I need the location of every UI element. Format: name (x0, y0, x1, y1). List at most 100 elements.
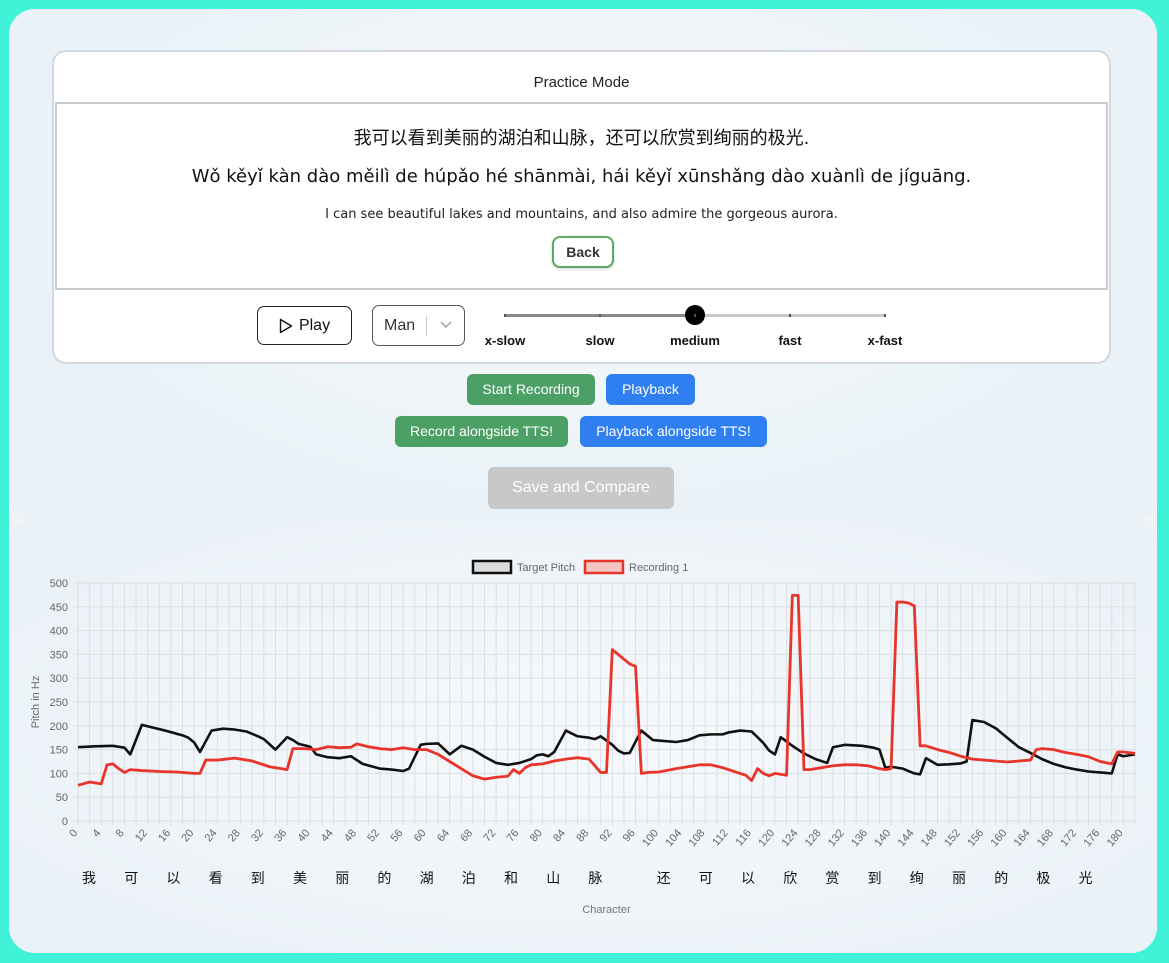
slider-tick (694, 314, 696, 317)
play-icon (279, 318, 293, 333)
y-tick-label: 100 (50, 768, 68, 780)
x-tick-label: 40 (296, 827, 313, 844)
speed-label-x-slow[interactable]: x-slow (485, 333, 525, 348)
x-tick-label: 148 (919, 827, 940, 849)
legend-swatch (583, 559, 625, 575)
x-tick-label: 120 (756, 827, 777, 849)
y-tick-label: 200 (50, 721, 68, 733)
speed-label-slow[interactable]: slow (586, 333, 615, 348)
english-translation: I can see beautiful lakes and mountains,… (325, 207, 838, 222)
hanzi-sentence: 我可以看到美丽的湖泊和山脉，还可以欣赏到绚丽的极光. (353, 128, 810, 149)
x-tick-label: 152 (942, 827, 963, 849)
x-tick-label: 16 (156, 827, 173, 844)
playback-alongside-tts-button[interactable]: Playback alongside TTS! (580, 416, 767, 447)
x-tick-label: 84 (551, 827, 568, 844)
x-tick-label: 28 (226, 827, 243, 844)
y-tick-label: 250 (50, 697, 68, 709)
character-label: 以 (741, 871, 755, 887)
character-label: 美 (293, 871, 307, 887)
x-tick-label: 12 (133, 827, 150, 844)
voice-select[interactable]: Man (372, 305, 465, 346)
save-and-compare-button[interactable]: Save and Compare (488, 467, 674, 509)
x-tick-label: 88 (574, 827, 591, 844)
character-label: 丽 (335, 871, 349, 887)
x-tick-label: 8 (114, 827, 127, 839)
practice-card: Practice Mode 我可以看到美丽的湖泊和山脉，还可以欣赏到绚丽的极光.… (52, 50, 1111, 364)
pinyin-sentence: Wǒ kěyǐ kàn dào měilì de húpǎo hé shānmà… (191, 166, 972, 187)
character-label: 丽 (952, 871, 966, 887)
legend-label: Target Pitch (517, 562, 575, 574)
y-tick-label: 500 (50, 578, 68, 590)
character-label: 的 (377, 871, 391, 887)
character-label: 我 (82, 871, 96, 887)
legend-swatch (471, 559, 513, 575)
slider-tick (789, 314, 791, 317)
speed-label-medium[interactable]: medium (670, 333, 720, 348)
x-tick-label: 108 (687, 827, 708, 849)
y-tick-label: 50 (56, 792, 68, 804)
x-tick-label: 52 (365, 827, 382, 844)
x-tick-label: 156 (965, 827, 986, 849)
x-tick-label: 180 (1105, 827, 1126, 849)
character-label: 可 (124, 871, 138, 887)
character-label: 极 (1036, 871, 1050, 887)
character-label: 到 (251, 871, 265, 887)
x-tick-label: 164 (1012, 827, 1033, 849)
character-label: 光 (1079, 871, 1093, 887)
x-tick-label: 36 (272, 827, 289, 844)
speed-label-x-fast[interactable]: x-fast (868, 333, 903, 348)
y-tick-label: 0 (62, 816, 68, 828)
back-button[interactable]: Back (552, 236, 614, 268)
legend-label: Recording 1 (629, 562, 688, 574)
x-tick-label: 72 (481, 827, 498, 844)
x-tick-label: 48 (342, 827, 359, 844)
x-tick-label: 76 (505, 827, 522, 844)
y-axis-label: Pitch in Hz (30, 676, 42, 729)
character-label: 看 (209, 871, 223, 887)
x-axis-label: Character (582, 904, 631, 916)
character-label: 欣 (783, 871, 797, 887)
x-tick-label: 100 (640, 827, 661, 849)
x-tick-label: 104 (663, 827, 684, 849)
x-tick-label: 112 (710, 827, 730, 848)
page-title: Practice Mode (533, 74, 630, 91)
character-label: 和 (504, 871, 518, 887)
x-tick-label: 24 (203, 827, 220, 844)
top-panel: Practice Mode 我可以看到美丽的湖泊和山脉，还可以欣赏到绚丽的极光.… (9, 9, 1157, 521)
character-label: 的 (994, 871, 1008, 887)
x-tick-label: 116 (734, 827, 754, 848)
character-label: 湖 (420, 871, 434, 887)
character-label: 到 (868, 871, 882, 887)
voice-value: Man (384, 316, 416, 334)
play-button[interactable]: Play (257, 306, 352, 345)
y-tick-label: 150 (50, 745, 68, 757)
speed-label-fast[interactable]: fast (778, 333, 801, 348)
app-frame: Practice Mode 我可以看到美丽的湖泊和山脉，还可以欣赏到绚丽的极光.… (9, 9, 1157, 953)
x-tick-label: 140 (872, 827, 893, 849)
character-label: 赏 (825, 871, 839, 887)
character-label: 可 (699, 871, 713, 887)
x-tick-label: 68 (458, 827, 475, 844)
character-label: 脉 (588, 871, 602, 887)
play-label: Play (298, 316, 331, 334)
pitch-chart: 0501001502002503003504004505000 4 8 12 16 20 2… (30, 559, 1136, 916)
y-tick-label: 350 (50, 649, 68, 661)
slider-tick (504, 314, 506, 317)
x-tick-label: 136 (849, 827, 870, 849)
slider-tick (599, 314, 601, 317)
character-label: 还 (657, 871, 671, 887)
speed-slider[interactable]: x-slow slow medium fast x-fast (483, 304, 923, 356)
x-tick-label: 144 (896, 827, 917, 849)
sentence-box: 我可以看到美丽的湖泊和山脉，还可以欣赏到绚丽的极光. Wǒ kěyǐ kàn d… (55, 102, 1108, 290)
start-recording-button[interactable]: Start Recording (467, 374, 595, 405)
x-tick-label: 64 (435, 827, 452, 844)
character-label: 山 (546, 871, 560, 887)
x-tick-label: 172 (1058, 827, 1079, 849)
y-tick-label: 450 (50, 602, 68, 614)
x-tick-label: 96 (621, 827, 638, 844)
x-tick-label: 4 (90, 827, 103, 839)
record-alongside-tts-button[interactable]: Record alongside TTS! (395, 416, 568, 447)
playback-button[interactable]: Playback (606, 374, 695, 405)
y-tick-label: 300 (50, 673, 68, 685)
x-tick-label: 0 (67, 827, 80, 839)
